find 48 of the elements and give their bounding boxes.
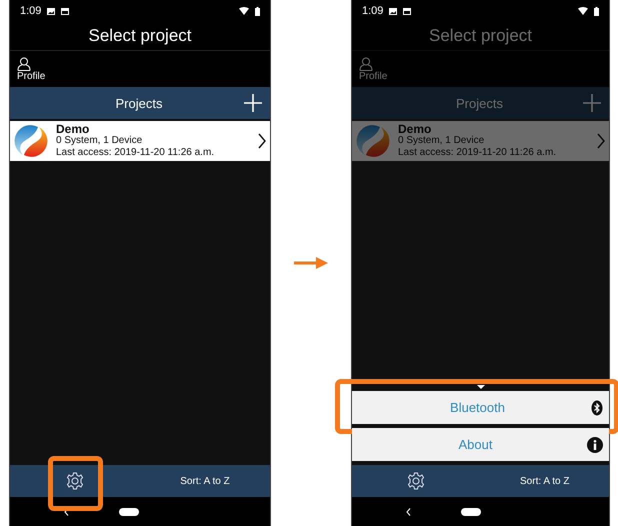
gear-icon [66,472,84,490]
gear-icon [407,472,426,490]
plus-icon [583,94,601,112]
project-summary: 0 System, 1 Device [398,135,486,147]
profile-label: Profile [17,70,46,82]
person-icon [359,56,373,70]
sort-label[interactable]: Sort: A to Z [480,476,609,486]
screen-title: Select project [10,22,270,51]
chevron-right-icon [597,133,605,149]
profile-label: Profile [359,70,388,82]
project-row[interactable]: Demo 0 System, 1 Device Last access: 2019-11-20 11:26 a.m. [10,121,270,161]
caret-icon [476,385,484,389]
info-icon [587,436,603,452]
window-icon [403,8,412,14]
screen-title: Select project [352,22,609,51]
logo-icon [356,124,390,158]
settings-button[interactable] [407,472,426,490]
home-icon[interactable] [119,508,139,516]
wifi-icon [239,7,249,15]
home-icon[interactable] [461,508,481,516]
image-icon [389,8,398,14]
plus-icon [244,94,262,112]
chevron-right-icon [258,133,266,149]
status-time: 1:09 [20,5,42,17]
section-title: Projects [114,96,164,110]
profile-button[interactable]: Profile [359,56,388,82]
section-title: Projects [455,96,504,110]
status-time: 1:09 [362,5,384,17]
image-icon [47,8,56,14]
battery-icon [255,6,260,16]
add-button[interactable] [244,94,262,112]
profile-button[interactable]: Profile [17,56,46,82]
last-access: Last access: 2019-11-20 11:26 a.m. [56,147,216,159]
project-row[interactable]: Demo 0 System, 1 Device Last access: 2019-11-20 11:26 a.m. [352,121,609,161]
project-name: Demo [398,123,432,135]
last-access: Last access: 2019-11-20 11:26 a.m. [398,147,558,159]
back-icon[interactable] [406,508,411,516]
settings-button[interactable] [66,472,84,490]
logo-icon [14,124,48,158]
battery-icon [594,6,599,16]
sort-label[interactable]: Sort: A to Z [140,476,270,486]
window-icon [61,8,70,14]
arrow-icon [294,257,328,269]
wifi-icon [578,7,588,15]
project-name: Demo [56,123,90,135]
bluetooth-icon [591,400,603,416]
person-icon [17,56,31,70]
project-summary: 0 System, 1 Device [56,135,144,147]
